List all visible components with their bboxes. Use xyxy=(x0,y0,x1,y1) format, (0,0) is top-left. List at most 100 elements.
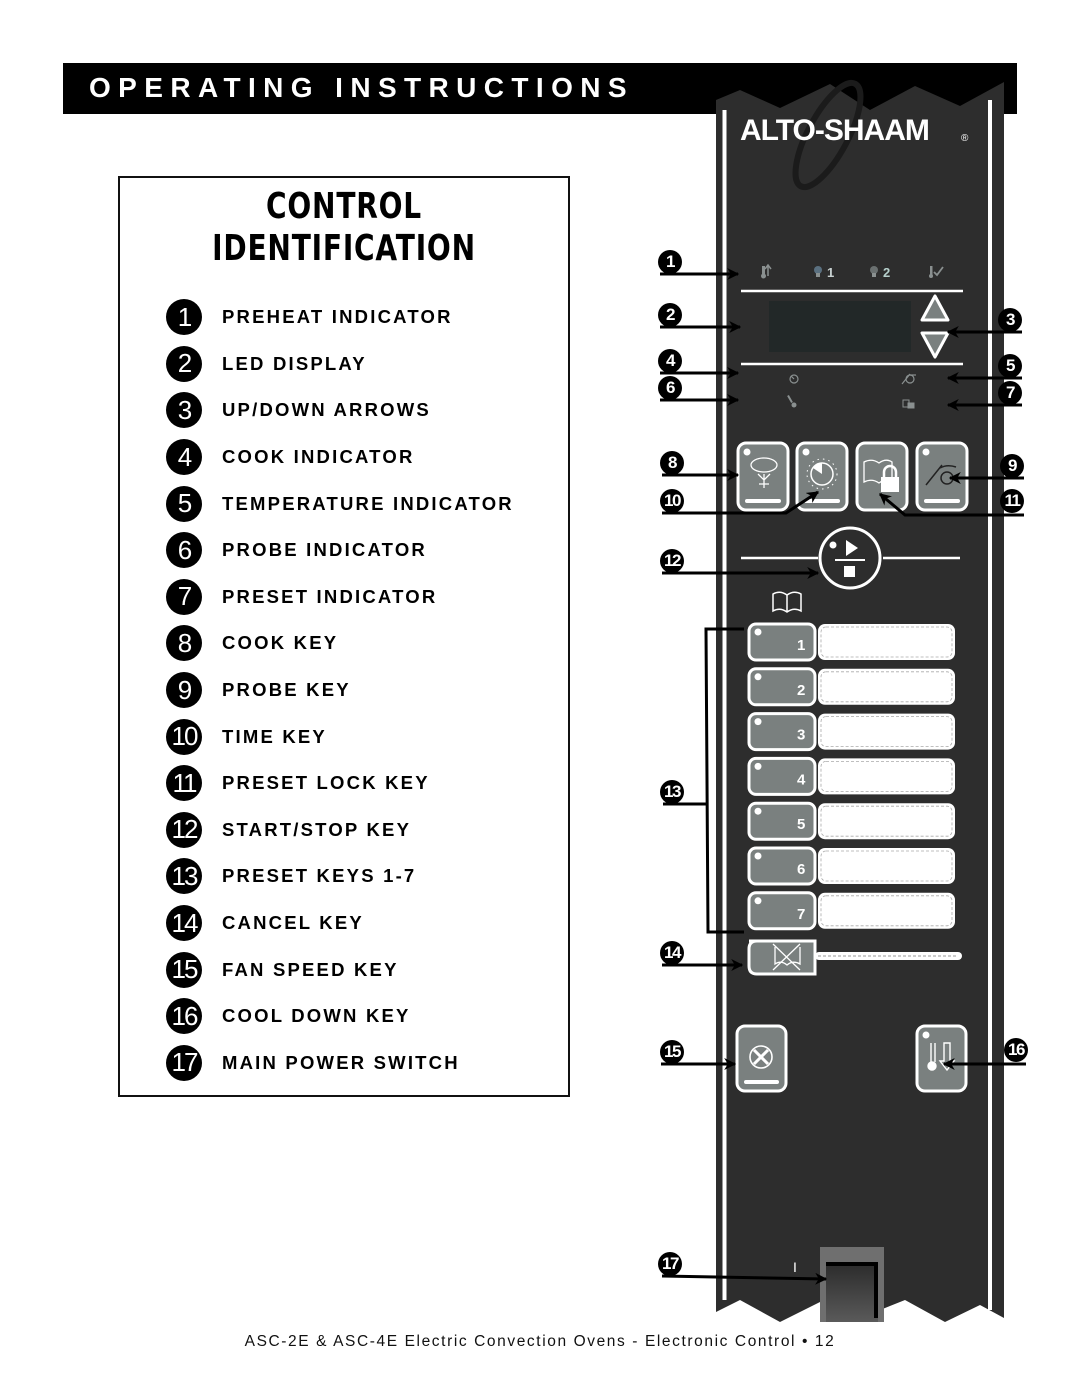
preset-key-number: 7 xyxy=(797,906,805,923)
number-badge: 13 xyxy=(166,858,202,895)
callout-badge-1: 1 xyxy=(658,250,682,274)
legend-label: PROBE KEY xyxy=(222,679,351,701)
legend-item: 5 TEMPERATURE INDICATOR xyxy=(166,480,514,527)
legend-label: PRESET KEYS 1-7 xyxy=(222,865,417,887)
brand-logo: ALTO-SHAAM xyxy=(740,114,929,147)
callout-badge-16: 16 xyxy=(1004,1038,1028,1062)
number-badge: 3 xyxy=(166,392,202,429)
number-badge: 15 xyxy=(166,951,202,988)
legend-item: 1 PREHEAT INDICATOR xyxy=(166,294,514,341)
legend-item: 13 PRESET KEYS 1-7 xyxy=(166,853,514,900)
callout-badge-3: 3 xyxy=(998,308,1022,332)
preset-key-7[interactable]: 7 xyxy=(747,891,817,931)
main-power-switch[interactable] xyxy=(820,1247,884,1322)
callout-badge-14: 14 xyxy=(660,941,684,965)
preset-key-6[interactable]: 6 xyxy=(747,846,817,886)
preset-key-number: 2 xyxy=(797,682,805,699)
fan-1-label: 1 xyxy=(827,265,834,280)
legend-label: LED DISPLAY xyxy=(222,352,367,374)
preset-key-number: 3 xyxy=(797,727,805,744)
callout-badge-17: 17 xyxy=(658,1252,682,1276)
fan-2-label: 2 xyxy=(883,265,890,280)
legend-label: COOL DOWN KEY xyxy=(222,1005,411,1027)
callout-badge-15: 15 xyxy=(660,1040,684,1064)
legend-item: 12 START/STOP KEY xyxy=(166,807,514,854)
legend-item: 14 CANCEL KEY xyxy=(166,900,514,947)
legend-title-line1: CONTROL xyxy=(266,186,422,227)
legend-item: 2 LED DISPLAY xyxy=(166,341,514,388)
callout-badge-7: 7 xyxy=(998,381,1022,405)
legend-label: COOK KEY xyxy=(222,632,339,654)
number-badge: 8 xyxy=(166,625,202,662)
preset-keys-group: 1 2 3 4 5 6 7 xyxy=(747,622,955,931)
number-badge: 9 xyxy=(166,672,202,709)
number-badge: 11 xyxy=(166,765,202,802)
legend-label: COOK INDICATOR xyxy=(222,446,415,468)
legend-item: 11 PRESET LOCK KEY xyxy=(166,760,514,807)
callout-badge-9: 9 xyxy=(1000,454,1024,478)
number-badge: 16 xyxy=(166,998,202,1035)
legend-item: 3 UP/DOWN ARROWS xyxy=(166,387,514,434)
control-identification-legend: CONTROL IDENTIFICATION 1 PREHEAT INDICATO… xyxy=(118,176,570,1097)
preset-key-5[interactable]: 5 xyxy=(747,801,817,841)
led-display xyxy=(769,301,911,352)
legend-item: 7 PRESET INDICATOR xyxy=(166,574,514,621)
legend-item: 6 PROBE INDICATOR xyxy=(166,527,514,574)
preset-key-number: 6 xyxy=(797,861,805,878)
number-badge: 17 xyxy=(166,1044,202,1081)
callout-badge-2: 2 xyxy=(658,303,682,327)
preset-key-3[interactable]: 3 xyxy=(747,712,817,752)
legend-label: PROBE INDICATOR xyxy=(222,539,427,561)
preset-key-number: 5 xyxy=(797,816,805,833)
legend-label: CANCEL KEY xyxy=(222,912,364,934)
preset-key-1[interactable]: 1 xyxy=(747,622,817,662)
cool-down-key[interactable] xyxy=(915,1024,968,1093)
legend-label: START/STOP KEY xyxy=(222,818,412,840)
legend-item: 16 COOL DOWN KEY xyxy=(166,993,514,1040)
callout-badge-8: 8 xyxy=(660,451,684,475)
page-footer: ASC-2E & ASC-4E Electric Convection Oven… xyxy=(244,1333,836,1350)
fan-speed-key[interactable] xyxy=(735,1024,788,1093)
legend-item: 15 FAN SPEED KEY xyxy=(166,946,514,993)
legend-label: PREHEAT INDICATOR xyxy=(222,306,453,328)
number-badge: 7 xyxy=(166,578,202,615)
callout-badge-6: 6 xyxy=(658,376,682,400)
legend-list: 1 PREHEAT INDICATOR 2 LED DISPLAY 3 UP/DOWN… xyxy=(166,294,514,1086)
callout-badge-13: 13 xyxy=(660,780,684,804)
legend-label: PRESET INDICATOR xyxy=(222,585,438,607)
legend-label: FAN SPEED KEY xyxy=(222,958,399,980)
legend-item: 4 COOK INDICATOR xyxy=(166,434,514,481)
preset-label-area xyxy=(818,803,955,840)
legend-label: TIME KEY xyxy=(222,725,327,747)
registered-mark: ® xyxy=(961,133,969,144)
preset-lock-key[interactable] xyxy=(855,441,909,512)
preset-label-area xyxy=(818,668,955,705)
preset-key-2[interactable]: 2 xyxy=(747,667,817,707)
callout-badge-12: 12 xyxy=(660,549,684,573)
legend-item: 9 PROBE KEY xyxy=(166,667,514,714)
legend-item: 17 MAIN POWER SWITCH xyxy=(166,1040,514,1087)
number-badge: 10 xyxy=(166,718,202,755)
preset-label-area xyxy=(818,713,955,750)
legend-item: 10 TIME KEY xyxy=(166,713,514,760)
power-on-label: I xyxy=(793,1259,797,1275)
preset-key-4[interactable]: 4 xyxy=(747,756,817,796)
legend-label: PRESET LOCK KEY xyxy=(222,772,430,794)
page-title: OPERATING INSTRUCTIONS xyxy=(89,72,634,103)
legend-label: UP/DOWN ARROWS xyxy=(222,399,431,421)
number-badge: 2 xyxy=(166,345,202,382)
number-badge: 14 xyxy=(166,905,202,942)
stop-icon xyxy=(844,566,855,577)
preset-label-area xyxy=(818,892,955,929)
legend-label: MAIN POWER SWITCH xyxy=(222,1051,460,1073)
preset-label-area xyxy=(818,758,955,795)
legend-label: TEMPERATURE INDICATOR xyxy=(222,492,514,514)
preset-label-area xyxy=(818,848,955,884)
number-badge: 4 xyxy=(166,439,202,476)
preset-key-number: 4 xyxy=(797,771,806,788)
legend-item: 8 COOK KEY xyxy=(166,620,514,667)
callout-badge-5: 5 xyxy=(998,354,1022,378)
start-stop-key[interactable] xyxy=(818,526,882,590)
legend-title-line2: IDENTIFICATION xyxy=(212,228,476,269)
cook-key[interactable] xyxy=(736,441,790,512)
